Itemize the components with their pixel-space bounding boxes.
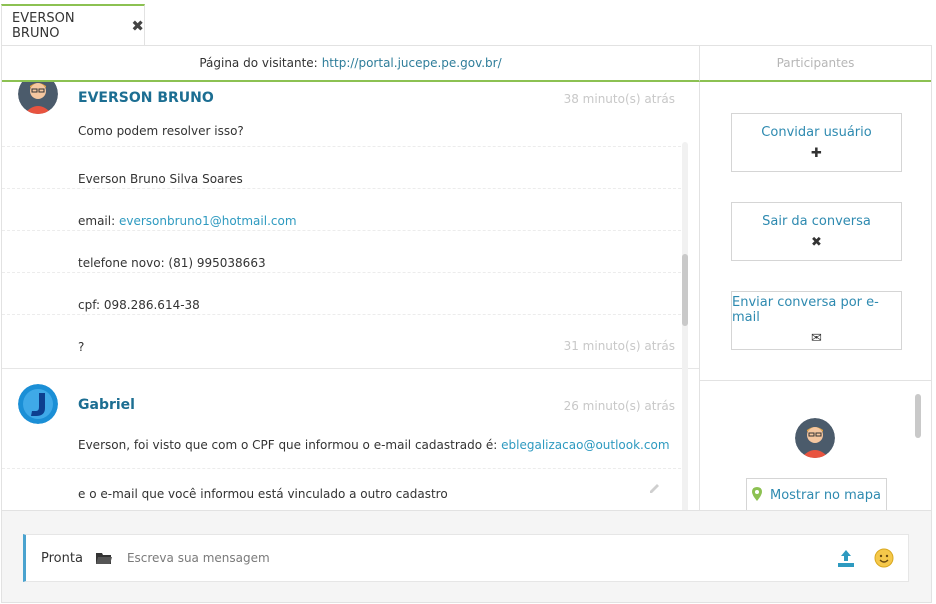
leave-conversation-label: Sair da conversa bbox=[762, 213, 871, 229]
visitor-page-prefix: Página do visitante: bbox=[199, 56, 318, 70]
invite-user-label: Convidar usuário bbox=[761, 124, 872, 140]
pencil-icon[interactable] bbox=[648, 480, 662, 494]
folder-icon[interactable] bbox=[95, 549, 113, 567]
avatar-everson bbox=[18, 82, 58, 114]
participants-scrollbar[interactable] bbox=[915, 394, 921, 438]
tab-label: EVERSON BRUNO bbox=[12, 11, 75, 41]
message-time: 38 minuto(s) atrás bbox=[563, 92, 675, 106]
message-time: 31 minuto(s) atrás bbox=[563, 339, 675, 353]
sender-name[interactable]: Gabriel bbox=[78, 397, 135, 413]
message-line: Everson, foi visto que com o CPF que inf… bbox=[78, 438, 670, 452]
emoji-icon[interactable] bbox=[874, 548, 894, 568]
message-divider bbox=[2, 368, 699, 369]
email-conversation-label: Enviar conversa por e-mail bbox=[732, 295, 879, 325]
map-marker-icon bbox=[751, 486, 762, 505]
list-item bbox=[2, 188, 686, 189]
message-line: Everson Bruno Silva Soares bbox=[78, 172, 243, 186]
list-item bbox=[2, 146, 686, 147]
leave-conversation-button[interactable]: Sair da conversa ✖ bbox=[731, 202, 902, 261]
message-line: email: eversonbruno1@hotmail.com bbox=[78, 214, 297, 228]
message-time: 26 minuto(s) atrás bbox=[563, 399, 675, 413]
chat-messages: EVERSON BRUNO 38 minuto(s) atrás Como po… bbox=[2, 82, 699, 510]
message-prefix: Everson, foi visto que com o CPF que inf… bbox=[78, 438, 498, 452]
status-label[interactable]: Pronta bbox=[41, 551, 83, 566]
envelope-icon: ✉ bbox=[811, 331, 822, 346]
composer-area: Pronta bbox=[2, 510, 931, 602]
tab-everson-bruno[interactable]: EVERSON BRUNO ✖ bbox=[1, 4, 145, 46]
side-divider bbox=[700, 380, 932, 381]
chat-scrollbar[interactable] bbox=[682, 142, 688, 510]
show-on-map-button[interactable]: Mostrar no mapa bbox=[746, 478, 887, 512]
participants-header[interactable]: Participantes bbox=[699, 46, 931, 82]
chat-scrollbar-thumb[interactable] bbox=[682, 254, 688, 326]
plus-icon: ✚ bbox=[811, 145, 822, 161]
tab-bar: EVERSON BRUNO ✖ bbox=[0, 0, 936, 46]
message-line: Como podem resolver isso? bbox=[78, 124, 244, 138]
message-line: cpf: 098.286.614-38 bbox=[78, 298, 200, 312]
email-conversation-button[interactable]: Enviar conversa por e-mail ✉ bbox=[731, 291, 902, 350]
email-link[interactable]: eversonbruno1@hotmail.com bbox=[119, 214, 297, 228]
show-on-map-label: Mostrar no mapa bbox=[769, 488, 881, 503]
sender-name[interactable]: EVERSON BRUNO bbox=[78, 90, 214, 106]
message-line: ? bbox=[78, 340, 85, 354]
participants-panel: Convidar usuário ✚ Sair da conversa ✖ En… bbox=[699, 82, 932, 512]
avatar-gabriel bbox=[18, 384, 58, 424]
list-item bbox=[2, 272, 686, 273]
list-item bbox=[2, 468, 686, 469]
invite-user-button[interactable]: Convidar usuário ✚ bbox=[731, 113, 902, 172]
visitor-page-bar: Página do visitante: http://portal.jucep… bbox=[2, 46, 699, 82]
message-line: telefone novo: (81) 995038663 bbox=[78, 256, 266, 270]
close-icon[interactable]: ✖ bbox=[131, 17, 144, 35]
email-link[interactable]: eblegalizacao@outlook.com bbox=[501, 438, 669, 452]
close-icon: ✖ bbox=[811, 234, 822, 250]
message-line: e o e-mail que você informou está vincul… bbox=[78, 487, 448, 501]
message-input[interactable] bbox=[126, 543, 836, 573]
participant-avatar bbox=[795, 418, 835, 458]
chat-panel: Página do visitante: http://portal.jucep… bbox=[1, 45, 932, 603]
list-item bbox=[2, 230, 686, 231]
composer: Pronta bbox=[23, 534, 909, 582]
list-item bbox=[2, 314, 686, 315]
upload-icon[interactable] bbox=[836, 548, 856, 568]
visitor-page-link[interactable]: http://portal.jucepe.pe.gov.br/ bbox=[322, 56, 502, 70]
email-prefix: email: bbox=[78, 214, 116, 228]
